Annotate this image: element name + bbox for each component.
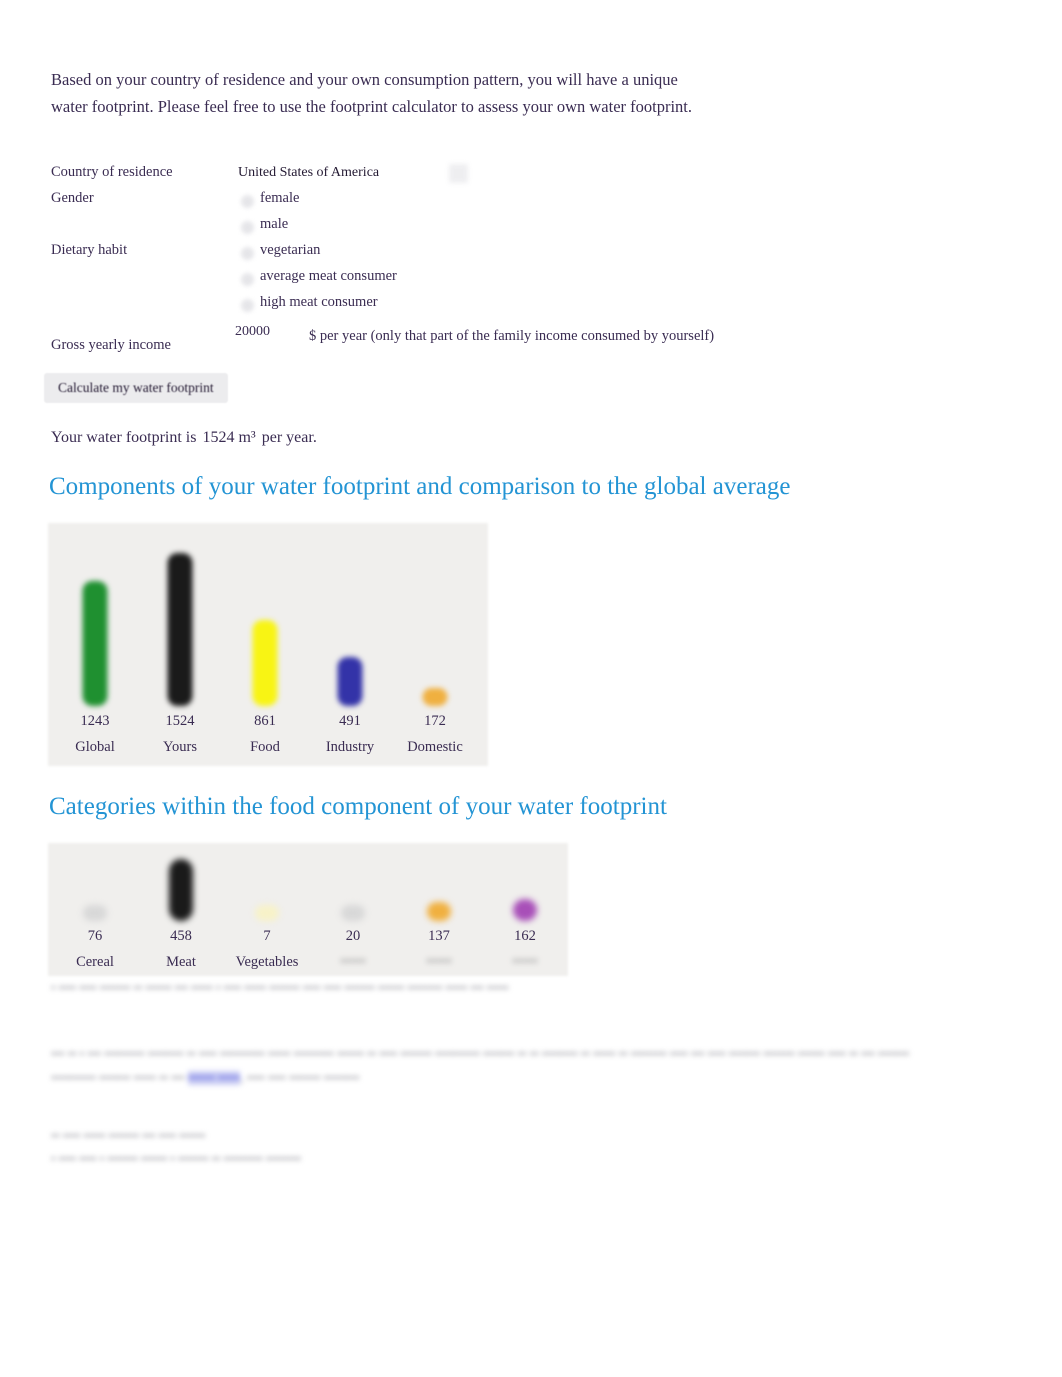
inline-link[interactable]: •••••• ••••• bbox=[187, 1071, 241, 1085]
bar-value: 172 bbox=[424, 713, 446, 729]
bar-label: Cereal bbox=[76, 954, 114, 970]
bar-label: Meat bbox=[166, 954, 196, 970]
form-row-diet-average: average meat consumer bbox=[51, 268, 751, 294]
intro-paragraph: Based on your country of residence and y… bbox=[51, 69, 693, 116]
bar-column: 76 Cereal bbox=[52, 843, 138, 976]
diet-option-vegetarian-label: vegetarian bbox=[260, 242, 321, 258]
footer-line-1: •• •••• ••••• ••••••• ••• •••• •••••• bbox=[51, 1129, 206, 1143]
heading-components: Components of your water footprint and c… bbox=[49, 473, 791, 500]
bar bbox=[427, 902, 451, 921]
bar-label: Food bbox=[250, 739, 280, 755]
income-label: Gross yearly income bbox=[51, 337, 171, 353]
bar-label: ••••• bbox=[426, 954, 452, 970]
form-row-diet: Dietary habit vegetarian bbox=[51, 242, 751, 268]
form-row-income: Gross yearly income 20000 $ per year (on… bbox=[51, 324, 751, 376]
bar-value: 162 bbox=[514, 928, 536, 944]
bar-column: 162 ••••• bbox=[482, 843, 568, 976]
radio-diet-high-meat[interactable] bbox=[241, 299, 254, 312]
bar bbox=[513, 899, 537, 921]
result-value: 1524 m³ bbox=[202, 429, 256, 446]
footer-line-2: • •••• •••• • ••••••• •••••• • ••••••• •… bbox=[51, 1152, 302, 1166]
bar bbox=[252, 619, 278, 706]
country-label: Country of residence bbox=[51, 164, 173, 180]
bar-value: 1524 bbox=[165, 713, 195, 729]
radio-diet-average-meat[interactable] bbox=[241, 273, 254, 286]
heading-categories: Categories within the food component of … bbox=[49, 793, 667, 820]
footer-block: •• •••• ••••• ••••••• ••• •••• •••••• • … bbox=[51, 1125, 481, 1171]
bar-column: 861 Food bbox=[223, 523, 307, 766]
bar-value: 20 bbox=[345, 928, 361, 944]
bar-column: 458 Meat bbox=[138, 843, 224, 976]
bar bbox=[82, 581, 108, 706]
result-line: Your water footprint is 1524 m³ per year. bbox=[51, 429, 317, 447]
bar-value: 137 bbox=[428, 928, 450, 944]
bar-label: Global bbox=[75, 739, 115, 755]
country-select-value: United States of America bbox=[238, 165, 380, 180]
bar bbox=[255, 905, 279, 921]
result-suffix: per year. bbox=[261, 429, 317, 446]
radio-gender-female[interactable] bbox=[241, 195, 254, 208]
bar-label: ••••• bbox=[512, 954, 538, 970]
diet-option-average-meat-label: average meat consumer bbox=[260, 268, 397, 284]
form-row-diet-high: high meat consumer bbox=[51, 294, 751, 320]
bar-label: Yours bbox=[163, 739, 197, 755]
bar-value: 7 bbox=[263, 928, 271, 944]
components-bar-chart: 1243 Global 1524 Yours 861 Food 491 Industry 172… bbox=[48, 523, 488, 766]
bar-column: 491 Industry bbox=[308, 523, 392, 766]
country-select[interactable]: United States of America bbox=[236, 164, 381, 182]
categories-bar-chart: 76 Cereal 458 Meat 7 Vegetables 20 ••••• 137 ••••… bbox=[48, 843, 568, 976]
calculate-button[interactable]: Calculate my water footprint bbox=[44, 373, 228, 403]
form-row-gender-male: male bbox=[51, 216, 751, 242]
bar-value: 76 bbox=[87, 928, 103, 944]
bar-value: 861 bbox=[254, 713, 276, 729]
bar bbox=[422, 688, 448, 706]
radio-gender-male[interactable] bbox=[241, 221, 254, 234]
description-text-part2: , •••• •••• ••••••• •••••••• bbox=[240, 1071, 360, 1085]
bar-label: Industry bbox=[325, 739, 375, 755]
gender-option-male-label: male bbox=[260, 216, 289, 232]
bar-label: Vegetables bbox=[235, 954, 299, 970]
bar bbox=[83, 905, 107, 921]
diet-label: Dietary habit bbox=[51, 242, 128, 258]
bar-column: 20 ••••• bbox=[310, 843, 396, 976]
form-row-country: Country of residence United States of Am… bbox=[51, 164, 751, 190]
bar bbox=[341, 905, 365, 921]
bar-value: 491 bbox=[339, 713, 361, 729]
radio-diet-vegetarian[interactable] bbox=[241, 247, 254, 260]
bar-column: 7 Vegetables bbox=[224, 843, 310, 976]
chevron-down-icon[interactable] bbox=[449, 164, 468, 183]
diet-option-high-meat-label: high meat consumer bbox=[260, 294, 378, 310]
bar-label: Domestic bbox=[407, 739, 463, 755]
gender-label: Gender bbox=[51, 190, 94, 206]
bar-column: 137 ••••• bbox=[396, 843, 482, 976]
form-row-gender: Gender female bbox=[51, 190, 751, 216]
bar-value: 1243 bbox=[80, 713, 110, 729]
bar-column: 172 Domestic bbox=[393, 523, 477, 766]
income-input[interactable]: 20000 bbox=[235, 324, 270, 340]
bar bbox=[167, 553, 193, 706]
income-hint: $ per year (only that part of the family… bbox=[309, 328, 715, 344]
result-prefix: Your water footprint is bbox=[51, 429, 197, 446]
bar-column: 1524 Yours bbox=[138, 523, 222, 766]
description-paragraph: ••• •• • ••• ••••••••• •••••••• •• •••• … bbox=[51, 1042, 941, 1090]
bar-column: 1243 Global bbox=[53, 523, 137, 766]
chart-footnote: • •••• •••• ••••••• •• •••••• ••• ••••• … bbox=[51, 981, 509, 995]
bar-label: ••••• bbox=[340, 954, 366, 970]
bar-value: 458 bbox=[170, 928, 192, 944]
page-root: Based on your country of residence and y… bbox=[0, 0, 1062, 1377]
gender-option-female-label: female bbox=[260, 190, 300, 206]
description-text-part1: ••• •• • ••• ••••••••• •••••••• •• •••• … bbox=[51, 1047, 910, 1085]
bar bbox=[169, 859, 193, 921]
bar bbox=[337, 656, 363, 706]
